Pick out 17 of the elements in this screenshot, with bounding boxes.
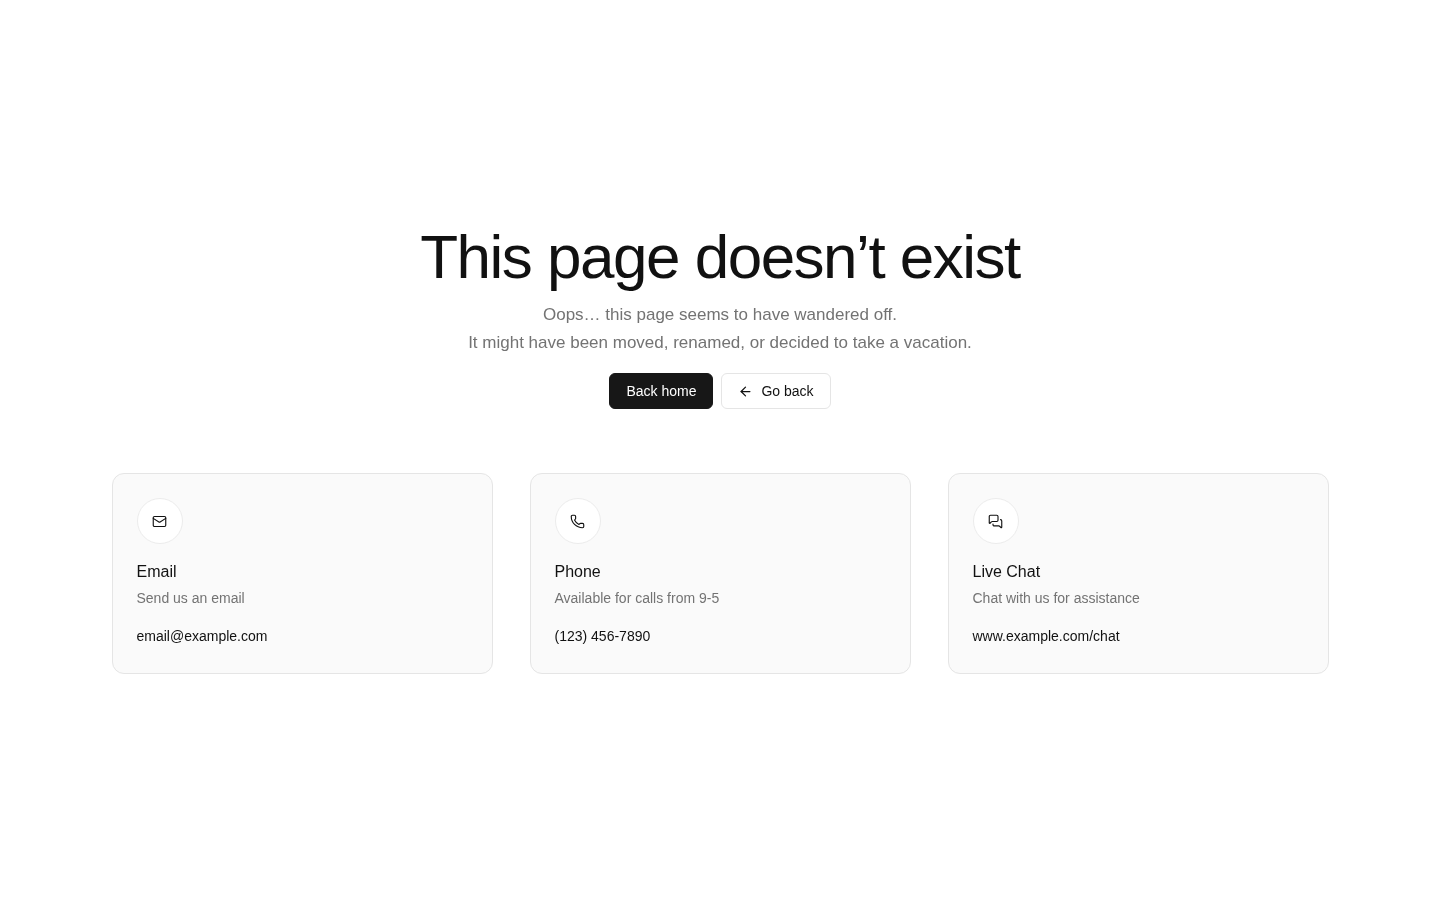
card-title: Live Chat <box>972 562 1042 582</box>
chat-icon <box>972 498 1019 544</box>
card-description: Available for calls from 9-5 <box>554 589 721 607</box>
back-home-button[interactable]: Back home <box>609 373 714 409</box>
contact-detail: www.example.com/chat <box>972 627 1121 645</box>
contact-detail: email@example.com <box>136 627 269 645</box>
card-description: Chat with us for assistance <box>972 589 1141 607</box>
card-title: Phone <box>554 562 602 582</box>
subtitle-text: Oops… this page seems to have wandered off. <box>542 304 897 326</box>
contact-detail: (123) 456-7890 <box>554 627 652 645</box>
card-description: Send us an email <box>136 589 246 607</box>
card-title: Email <box>136 562 178 582</box>
mail-icon <box>136 498 183 544</box>
subtitle-text: It might have been moved, renamed, or decided to take a vacation. <box>468 332 972 354</box>
go-back-button[interactable]: Go back <box>721 373 831 409</box>
page-heading: This page doesn’t exist <box>420 222 1020 292</box>
phone-icon <box>554 498 601 544</box>
